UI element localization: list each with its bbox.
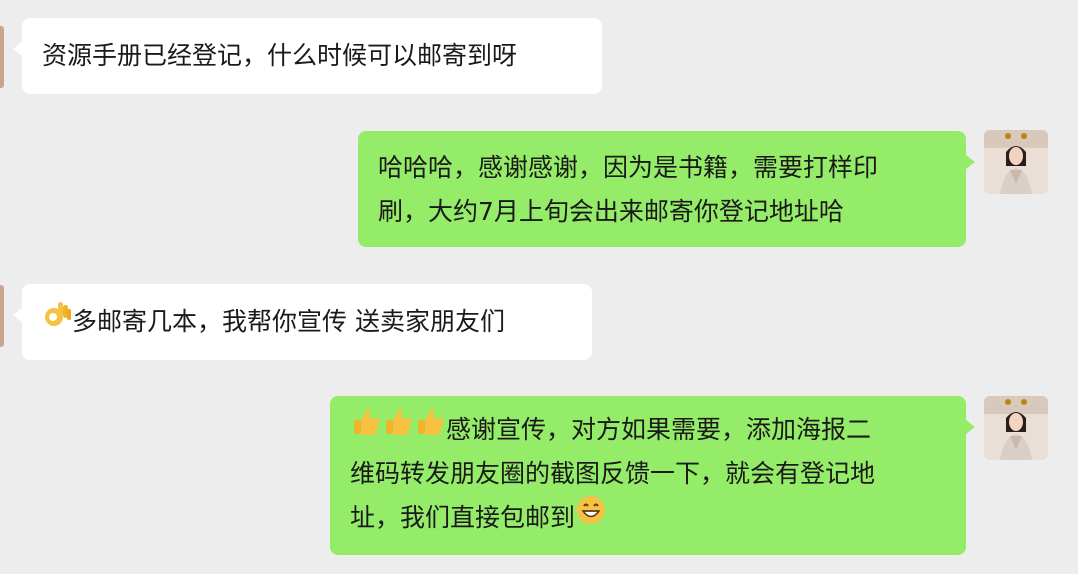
user-avatar-icon — [984, 396, 1048, 460]
ok-hand-icon — [42, 299, 72, 343]
sender-avatar-edge[interactable] — [0, 285, 4, 347]
thumbs-up-icon — [382, 406, 414, 452]
user-avatar-icon — [984, 130, 1048, 194]
message-line: 感谢宣传，对方如果需要，添加海报二 — [350, 408, 946, 452]
thumbs-up-icon — [414, 406, 446, 452]
message-text: 址，我们直接包邮到 — [350, 503, 576, 532]
message-bubble-outgoing[interactable]: 感谢宣传，对方如果需要，添加海报二 维码转发朋友圈的截图反馈一下，就会有登记地 … — [330, 396, 975, 555]
message-bubble-incoming[interactable]: 资源手册已经登记，什么时候可以邮寄到呀 — [13, 18, 602, 94]
message-line: 多邮寄几本，我帮你宣传 送卖家朋友们 — [42, 300, 572, 344]
avatar[interactable] — [984, 396, 1048, 460]
message-text: 多邮寄几本，我帮你宣传 送卖家朋友们 — [72, 307, 505, 336]
message-line: 址，我们直接包邮到 — [350, 496, 946, 540]
message-bubble-outgoing[interactable]: 哈哈哈，感谢感谢，因为是书籍，需要打样印 刷，大约7月上旬会出来邮寄你登记地址哈 — [358, 131, 975, 247]
sender-avatar-edge[interactable] — [0, 26, 4, 88]
message-text: 感谢宣传，对方如果需要，添加海报二 — [446, 415, 872, 444]
avatar[interactable] — [984, 130, 1048, 194]
message-text: 哈哈哈，感谢感谢，因为是书籍，需要打样印 — [378, 153, 879, 182]
grinning-face-icon — [575, 494, 607, 540]
message-text: 资源手册已经登记，什么时候可以邮寄到呀 — [42, 41, 518, 70]
message-bubble-incoming[interactable]: 多邮寄几本，我帮你宣传 送卖家朋友们 — [13, 284, 592, 360]
thumbs-up-icon — [350, 406, 382, 452]
message-text: 维码转发朋友圈的截图反馈一下，就会有登记地 — [350, 459, 876, 488]
message-text: 刷，大约7月上旬会出来邮寄你登记地址哈 — [378, 197, 844, 226]
